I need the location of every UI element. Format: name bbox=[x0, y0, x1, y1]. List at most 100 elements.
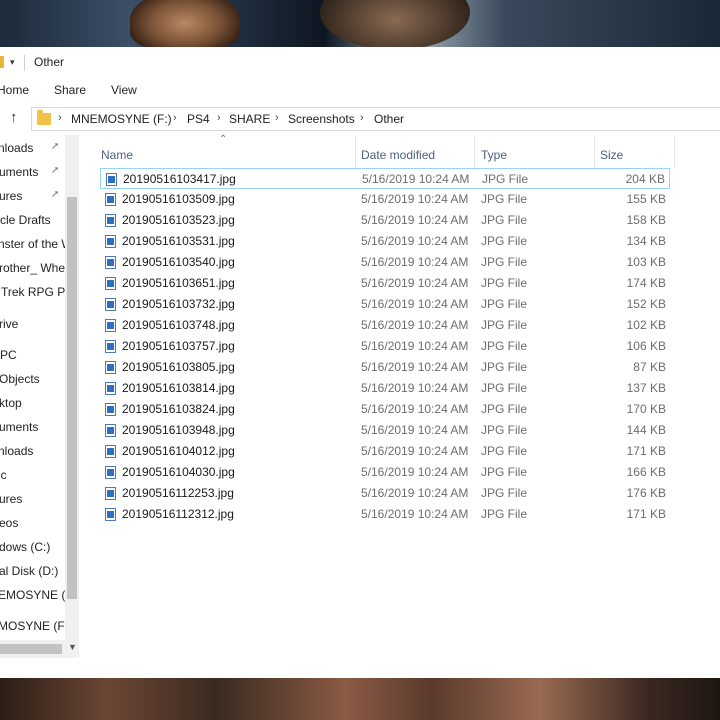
pin-icon[interactable]: ➚ bbox=[51, 189, 59, 200]
file-date: 5/16/2019 10:24 AM bbox=[361, 360, 469, 374]
desktop-wallpaper-bottom bbox=[0, 678, 720, 720]
file-name: 20190516103748.jpg bbox=[122, 318, 235, 332]
nav-item[interactable]: uments bbox=[0, 420, 38, 434]
nav-item[interactable]: al Disk (D:) bbox=[0, 564, 58, 578]
file-name: 20190516103509.jpg bbox=[122, 192, 235, 206]
jpg-file-icon bbox=[105, 466, 116, 479]
jpg-file-icon bbox=[105, 298, 116, 311]
nav-item[interactable]: MOSYNE (F:) bbox=[0, 619, 72, 633]
tab-home[interactable]: Home bbox=[0, 83, 29, 97]
file-row[interactable]: 20190516103824.jpg 5/16/2019 10:24 AM JP… bbox=[100, 399, 670, 420]
file-row[interactable]: 20190516103531.jpg 5/16/2019 10:24 AM JP… bbox=[100, 231, 670, 252]
column-header-type[interactable]: Type bbox=[475, 135, 594, 169]
scroll-down-arrow-icon[interactable]: ▼ bbox=[68, 642, 77, 652]
file-row[interactable]: 20190516112253.jpg 5/16/2019 10:24 AM JP… bbox=[100, 483, 670, 504]
file-name: 20190516103757.jpg bbox=[122, 339, 235, 353]
chevron-right-icon[interactable]: › bbox=[58, 112, 62, 124]
file-size: 102 KB bbox=[626, 318, 666, 332]
file-explorer-window: ▾ Other Home Share View › ↑ › MNEMOSYNE … bbox=[0, 47, 720, 678]
nav-pane-horizontal-scroll-thumb[interactable] bbox=[0, 644, 62, 654]
file-name: 20190516103651.jpg bbox=[122, 276, 235, 290]
tab-view[interactable]: View bbox=[111, 83, 137, 97]
file-name: 20190516103948.jpg bbox=[122, 423, 235, 437]
quick-access-dropdown-icon[interactable]: ▾ bbox=[10, 57, 15, 68]
file-name: 20190516112253.jpg bbox=[122, 486, 234, 500]
chevron-right-icon[interactable]: › bbox=[360, 112, 364, 124]
file-type: JPG File bbox=[481, 402, 528, 416]
file-size: 166 KB bbox=[626, 465, 666, 479]
file-date: 5/16/2019 10:24 AM bbox=[361, 381, 469, 395]
file-row[interactable]: 20190516104030.jpg 5/16/2019 10:24 AM JP… bbox=[100, 462, 670, 483]
nav-pane-scrollbar[interactable] bbox=[65, 135, 79, 658]
file-row[interactable]: 20190516103748.jpg 5/16/2019 10:24 AM JP… bbox=[100, 315, 670, 336]
nav-item[interactable]: nloads bbox=[0, 141, 33, 155]
nav-item[interactable]: eos bbox=[0, 516, 18, 530]
chevron-right-icon[interactable]: › bbox=[173, 112, 177, 124]
file-date: 5/16/2019 10:24 AM bbox=[362, 172, 470, 186]
breadcrumb-item[interactable]: Other bbox=[374, 112, 404, 126]
nav-item[interactable]: nloads bbox=[0, 444, 33, 458]
up-arrow-icon[interactable]: ↑ bbox=[10, 109, 18, 126]
nav-item[interactable]: ic bbox=[0, 468, 7, 482]
file-row[interactable]: 20190516103651.jpg 5/16/2019 10:24 AM JP… bbox=[100, 273, 670, 294]
nav-item[interactable]: rive bbox=[0, 317, 18, 331]
nav-item[interactable]: dows (C:) bbox=[0, 540, 50, 554]
nav-item[interactable]: cle Drafts bbox=[0, 213, 51, 227]
file-row[interactable]: 20190516103732.jpg 5/16/2019 10:24 AM JP… bbox=[100, 294, 670, 315]
chevron-right-icon[interactable]: › bbox=[217, 112, 221, 124]
pin-icon[interactable]: ➚ bbox=[51, 165, 59, 176]
breadcrumb-item[interactable]: SHARE bbox=[229, 112, 270, 126]
file-size: 144 KB bbox=[626, 423, 666, 437]
file-row[interactable]: 20190516103814.jpg 5/16/2019 10:24 AM JP… bbox=[100, 378, 670, 399]
file-date: 5/16/2019 10:24 AM bbox=[361, 318, 469, 332]
breadcrumb-item[interactable]: MNEMOSYNE (F:) bbox=[71, 112, 172, 126]
tab-share[interactable]: Share bbox=[54, 83, 86, 97]
file-row[interactable]: 20190516103948.jpg 5/16/2019 10:24 AM JP… bbox=[100, 420, 670, 441]
nav-item[interactable]: ktop bbox=[0, 396, 22, 410]
jpg-file-icon bbox=[105, 193, 116, 206]
nav-item[interactable]: Trek RPG Pe bbox=[1, 285, 72, 299]
nav-item[interactable]: Objects bbox=[0, 372, 40, 386]
file-row[interactable]: 20190516103509.jpg 5/16/2019 10:24 AM JP… bbox=[100, 189, 670, 210]
nav-item[interactable]: EMOSYNE (F bbox=[0, 588, 73, 602]
file-size: 171 KB bbox=[626, 444, 666, 458]
file-row[interactable]: 20190516112312.jpg 5/16/2019 10:24 AM JP… bbox=[100, 504, 670, 525]
nav-item[interactable]: ures bbox=[0, 189, 22, 203]
column-header-size[interactable]: Size bbox=[594, 135, 675, 169]
nav-item[interactable]: nster of the W bbox=[0, 237, 73, 251]
file-size: 87 KB bbox=[633, 360, 666, 374]
file-size: 155 KB bbox=[626, 192, 666, 206]
file-name: 20190516103523.jpg bbox=[122, 213, 235, 227]
nav-item[interactable]: PC bbox=[0, 348, 17, 362]
breadcrumb-item[interactable]: PS4 bbox=[187, 112, 210, 126]
file-type: JPG File bbox=[481, 234, 528, 248]
chevron-right-icon[interactable]: › bbox=[275, 112, 279, 124]
file-type: JPG File bbox=[481, 255, 528, 269]
nav-item[interactable]: uments bbox=[0, 165, 38, 179]
file-date: 5/16/2019 10:24 AM bbox=[361, 423, 469, 437]
column-headers: Name Date modified Type Size bbox=[95, 135, 675, 169]
file-row[interactable]: 20190516103805.jpg 5/16/2019 10:24 AM JP… bbox=[100, 357, 670, 378]
column-header-date-modified[interactable]: Date modified bbox=[355, 135, 475, 169]
file-row[interactable]: 20190516103417.jpg 5/16/2019 10:24 AM JP… bbox=[100, 168, 670, 189]
nav-pane-horizontal-scrollbar[interactable] bbox=[0, 640, 65, 658]
breadcrumb-item[interactable]: Screenshots bbox=[288, 112, 355, 126]
address-bar[interactable]: › MNEMOSYNE (F:) › PS4 › SHARE › Screens… bbox=[31, 107, 720, 131]
file-row[interactable]: 20190516103540.jpg 5/16/2019 10:24 AM JP… bbox=[100, 252, 670, 273]
file-row[interactable]: 20190516104012.jpg 5/16/2019 10:24 AM JP… bbox=[100, 441, 670, 462]
file-size: 170 KB bbox=[626, 402, 666, 416]
jpg-file-icon bbox=[105, 424, 116, 437]
column-divider[interactable] bbox=[674, 135, 675, 169]
jpg-file-icon bbox=[105, 340, 116, 353]
file-name: 20190516103732.jpg bbox=[122, 297, 235, 311]
jpg-file-icon bbox=[105, 487, 116, 500]
nav-pane-scroll-thumb[interactable] bbox=[67, 197, 77, 599]
file-row[interactable]: 20190516103523.jpg 5/16/2019 10:24 AM JP… bbox=[100, 210, 670, 231]
file-type: JPG File bbox=[481, 297, 528, 311]
nav-item[interactable]: rother_ Wher bbox=[0, 261, 69, 275]
file-size: 152 KB bbox=[626, 297, 666, 311]
pin-icon[interactable]: ➚ bbox=[51, 141, 59, 152]
title-divider bbox=[24, 55, 25, 71]
nav-item[interactable]: ures bbox=[0, 492, 22, 506]
file-row[interactable]: 20190516103757.jpg 5/16/2019 10:24 AM JP… bbox=[100, 336, 670, 357]
